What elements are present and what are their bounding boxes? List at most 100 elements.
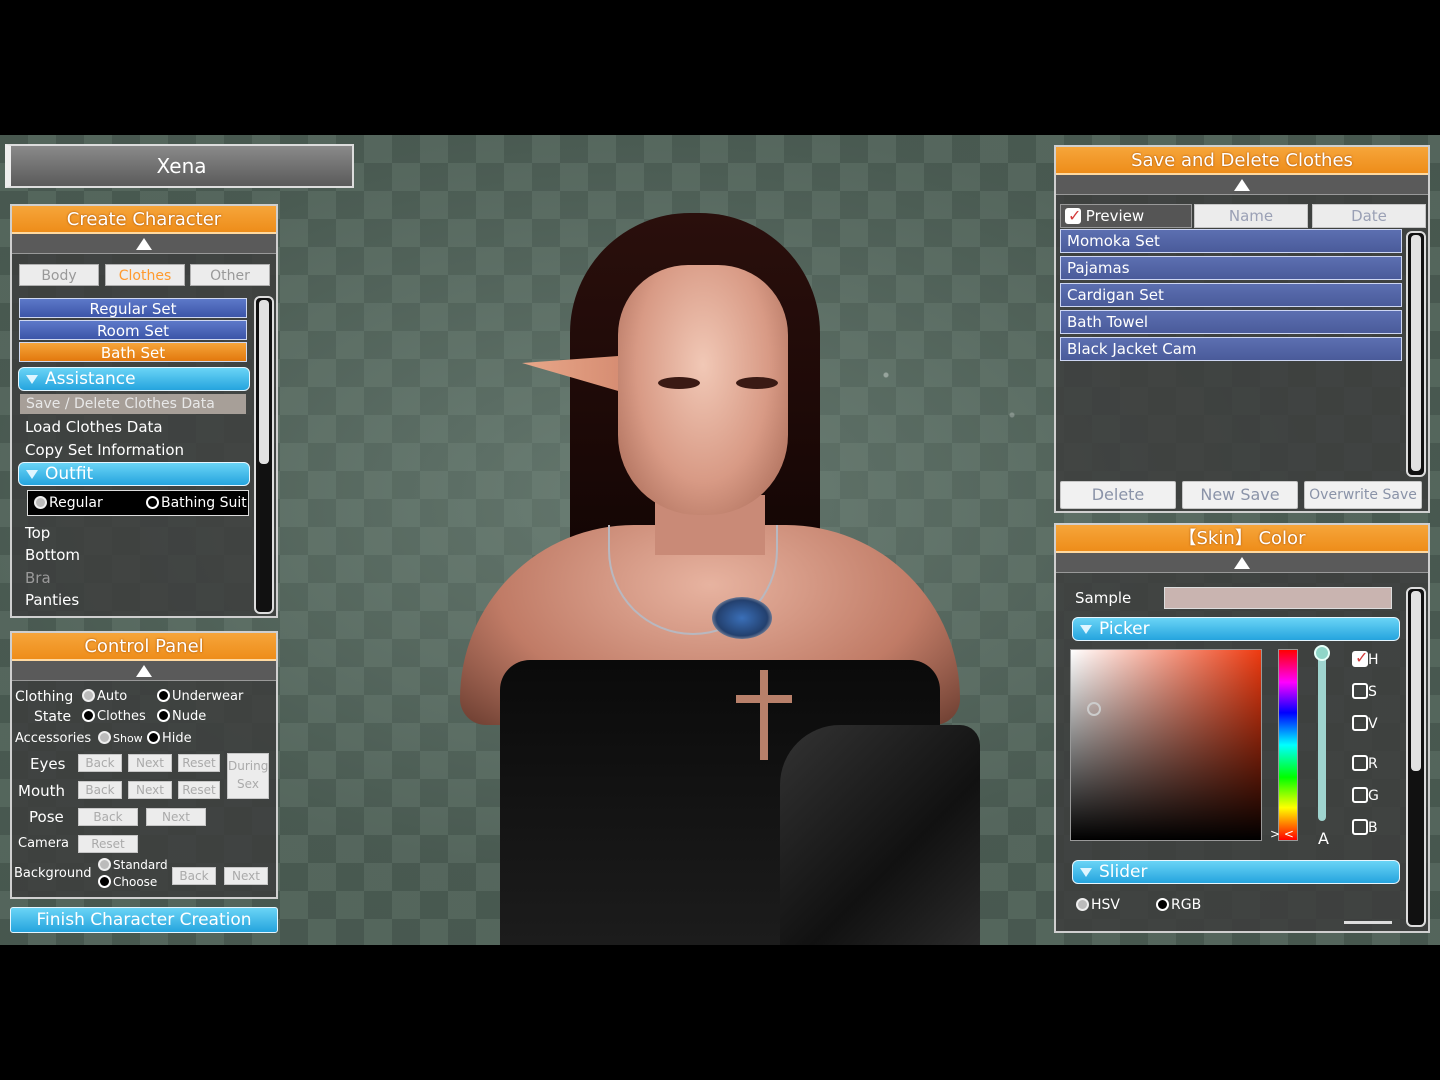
outfit-header-label: Outfit	[45, 464, 94, 484]
channel-r-toggle[interactable]: R	[1352, 755, 1378, 772]
collapse-save-panel-button[interactable]	[1056, 175, 1428, 195]
channel-h-toggle[interactable]: H	[1352, 648, 1379, 668]
channel-g-toggle[interactable]: G	[1352, 787, 1379, 804]
channel-b-toggle[interactable]: B	[1352, 819, 1378, 836]
create-panel-scrollbar[interactable]	[254, 296, 274, 614]
mode-rgb-radio[interactable]: RGB	[1156, 897, 1201, 913]
collapse-panel-button[interactable]	[12, 234, 276, 254]
tab-clothes[interactable]: Clothes	[105, 264, 185, 286]
outfit-item-bottom[interactable]: Bottom	[25, 546, 80, 564]
hue-bar[interactable]	[1278, 649, 1298, 841]
mode-hsv-radio[interactable]: HSV	[1076, 897, 1120, 913]
alpha-slider-handle[interactable]	[1314, 645, 1330, 661]
camera-reset-button[interactable]: Reset	[78, 835, 138, 853]
tab-other[interactable]: Other	[190, 264, 270, 286]
list-item[interactable]: Pajamas	[1060, 256, 1402, 280]
assistance-section-header[interactable]: Assistance	[18, 367, 250, 391]
radio-unselected-icon	[1156, 898, 1169, 911]
outfit-regular-radio[interactable]: Regular	[34, 495, 103, 511]
character-glove	[780, 725, 980, 945]
outfit-bathing-suit-radio[interactable]: Bathing Suit	[146, 495, 247, 511]
color-sample-swatch	[1164, 587, 1392, 609]
clothing-nude-radio[interactable]: Nude	[157, 709, 206, 724]
saved-clothes-scrollbar[interactable]	[1406, 231, 1426, 477]
scrollbar-thumb[interactable]	[1411, 235, 1421, 471]
tab-body[interactable]: Body	[19, 264, 99, 286]
saturation-value-picker[interactable]	[1070, 649, 1262, 841]
outfit-item-top[interactable]: Top	[25, 524, 50, 542]
pose-next-button[interactable]: Next	[146, 808, 206, 826]
new-save-button[interactable]: New Save	[1182, 481, 1298, 509]
regular-set-button[interactable]: Regular Set	[19, 298, 247, 318]
preview-toggle[interactable]: Preview	[1060, 204, 1192, 228]
load-clothes-data-item[interactable]: Load Clothes Data	[25, 418, 163, 436]
color-panel-scrollbar[interactable]	[1406, 587, 1426, 927]
channel-s-toggle[interactable]: S	[1352, 683, 1377, 700]
background-next-button[interactable]: Next	[224, 867, 268, 885]
accessories-hide-radio[interactable]: Hide	[147, 731, 192, 746]
eyes-reset-button[interactable]: Reset	[178, 754, 220, 772]
list-item[interactable]: Momoka Set	[1060, 229, 1402, 253]
slider-section-header[interactable]: Slider	[1072, 860, 1400, 884]
background-choose-radio[interactable]: Choose	[98, 875, 157, 889]
outfit-regular-label: Regular	[49, 495, 103, 511]
overwrite-save-button[interactable]: Overwrite Save	[1304, 481, 1422, 509]
during-sex-button[interactable]: During Sex	[227, 753, 269, 799]
bath-set-button[interactable]: Bath Set	[19, 342, 247, 362]
eyes-next-button[interactable]: Next	[128, 754, 172, 772]
list-item[interactable]: Cardigan Set	[1060, 283, 1402, 307]
accessories-label: Accessories	[15, 731, 92, 746]
character-model[interactable]	[440, 205, 1000, 945]
checkbox-icon	[1352, 819, 1368, 835]
mouth-back-button[interactable]: Back	[78, 781, 122, 799]
mouth-next-button[interactable]: Next	[128, 781, 172, 799]
pose-back-button[interactable]: Back	[78, 808, 138, 826]
collapse-control-panel-button[interactable]	[12, 661, 276, 681]
collapse-color-panel-button[interactable]	[1056, 553, 1428, 573]
camera-label: Camera	[18, 836, 70, 851]
list-item[interactable]: Bath Towel	[1060, 310, 1402, 334]
sort-by-name-button[interactable]: Name	[1194, 204, 1308, 228]
scrollbar-thumb[interactable]	[259, 300, 269, 464]
during-sex-label-1: During	[228, 759, 269, 773]
delete-button[interactable]: Delete	[1060, 481, 1176, 509]
eyes-back-button[interactable]: Back	[78, 754, 122, 772]
outfit-section-header[interactable]: Outfit	[18, 462, 250, 486]
save-delete-clothes-data-item[interactable]: Save / Delete Clothes Data	[20, 394, 246, 414]
up-arrow-icon	[1234, 179, 1250, 191]
control-panel-title: Control Panel	[12, 633, 276, 661]
clothing-clothes-radio[interactable]: Clothes	[82, 709, 146, 724]
channel-s-label: S	[1368, 684, 1377, 700]
outfit-item-bra[interactable]: Bra	[25, 569, 51, 587]
preview-label: Preview	[1085, 207, 1145, 225]
background-choose-label: Choose	[113, 875, 158, 889]
list-item[interactable]: Black Jacket Cam	[1060, 337, 1402, 361]
up-arrow-icon	[136, 665, 152, 677]
room-set-button[interactable]: Room Set	[19, 320, 247, 340]
copy-set-information-item[interactable]: Copy Set Information	[25, 441, 184, 459]
cross-pendant-horizontal	[736, 695, 792, 703]
background-back-button[interactable]: Back	[172, 867, 216, 885]
channel-r-label: R	[1368, 756, 1378, 772]
save-delete-clothes-title: Save and Delete Clothes	[1056, 147, 1428, 175]
finish-character-creation-button[interactable]: Finish Character Creation	[10, 907, 278, 933]
outfit-item-panties[interactable]: Panties	[25, 591, 79, 609]
radio-unselected-icon	[157, 689, 170, 702]
radio-selected-icon	[34, 496, 47, 509]
channel-v-toggle[interactable]: V	[1352, 715, 1378, 732]
save-delete-clothes-panel: Save and Delete Clothes Preview Name Dat…	[1054, 145, 1430, 513]
alpha-slider[interactable]	[1318, 649, 1326, 821]
clothing-underwear-radio[interactable]: Underwear	[157, 689, 243, 704]
background-standard-radio[interactable]: Standard	[98, 858, 168, 872]
sort-by-date-button[interactable]: Date	[1312, 204, 1426, 228]
checkbox-icon	[1352, 755, 1368, 771]
radio-unselected-icon	[147, 731, 160, 744]
accessories-show-label: Show	[113, 732, 143, 745]
picker-section-header[interactable]: Picker	[1072, 617, 1400, 641]
mouth-reset-button[interactable]: Reset	[178, 781, 220, 799]
picker-cursor[interactable]	[1087, 702, 1101, 716]
scrollbar-thumb[interactable]	[1411, 591, 1421, 771]
clothing-auto-radio[interactable]: Auto	[82, 689, 127, 704]
accessories-show-radio[interactable]: Show	[98, 731, 143, 745]
cross-pendant-vertical	[760, 670, 768, 760]
